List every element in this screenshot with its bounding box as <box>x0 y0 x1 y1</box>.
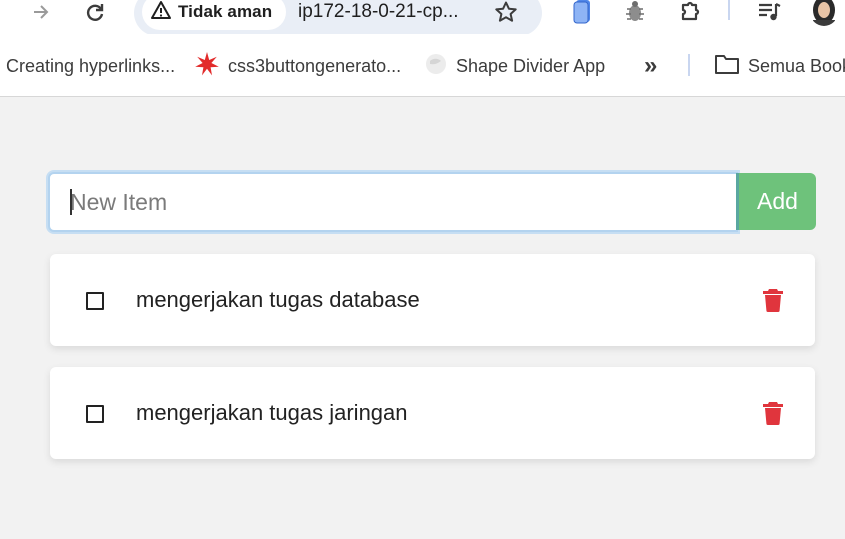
new-item-form: Add <box>48 172 816 232</box>
todo-checkbox[interactable] <box>86 405 104 423</box>
forward-icon[interactable] <box>28 0 54 24</box>
profile-avatar[interactable] <box>810 0 838 26</box>
bookmark-label: css3buttongenerato... <box>228 55 402 76</box>
bug-extension-icon[interactable] <box>621 0 649 24</box>
bookmark-label: Shape Divider App <box>456 55 606 76</box>
folder-label: Semua Book <box>748 55 845 76</box>
new-item-input[interactable] <box>48 172 738 232</box>
todo-checkbox[interactable] <box>86 292 104 310</box>
bookmark-folder-all[interactable]: Semua Book <box>714 52 845 80</box>
text-caret <box>70 189 72 215</box>
bookmark-css3buttongenerator[interactable]: css3buttongenerato... <box>194 51 402 82</box>
extensions-puzzle-icon[interactable] <box>676 0 704 24</box>
reload-icon[interactable] <box>82 0 108 24</box>
bookmark-shape-divider-app[interactable]: Shape Divider App <box>424 52 605 80</box>
bookmarks-bar: Creating hyperlinks... css3buttongenerat… <box>0 34 845 97</box>
double-chevron-icon: » <box>644 52 658 79</box>
red-star-icon <box>194 51 220 82</box>
todo-text: mengerjakan tugas jaringan <box>136 400 408 425</box>
warning-icon <box>150 0 172 25</box>
more-bookmarks-button[interactable]: » <box>644 52 657 80</box>
bookmark-label: Creating hyperlinks... <box>6 55 176 76</box>
security-chip[interactable]: Tidak aman <box>142 0 286 30</box>
url-text[interactable]: ip172-18-0-21-cp... <box>298 0 459 24</box>
security-label: Tidak aman <box>178 2 273 21</box>
trash-icon[interactable] <box>763 288 783 312</box>
phone-extension-icon[interactable] <box>568 0 596 24</box>
bookmark-creating-hyperlinks[interactable]: Creating hyperlinks... <box>6 52 175 80</box>
media-queue-icon[interactable] <box>756 0 784 24</box>
bookmark-star-icon[interactable] <box>492 0 520 24</box>
toolbar-divider <box>728 0 730 20</box>
trash-icon[interactable] <box>763 401 783 425</box>
todo-text: mengerjakan tugas database <box>136 287 420 312</box>
todo-item: mengerjakan tugas jaringan <box>50 367 815 459</box>
browser-toolbar: Tidak aman ip172-18-0-21-cp... <box>0 0 845 36</box>
add-button[interactable]: Add <box>736 173 816 230</box>
todo-item: mengerjakan tugas database <box>50 254 815 346</box>
bookmarks-divider <box>688 54 690 76</box>
folder-icon <box>714 53 740 80</box>
globe-icon <box>424 52 448 81</box>
